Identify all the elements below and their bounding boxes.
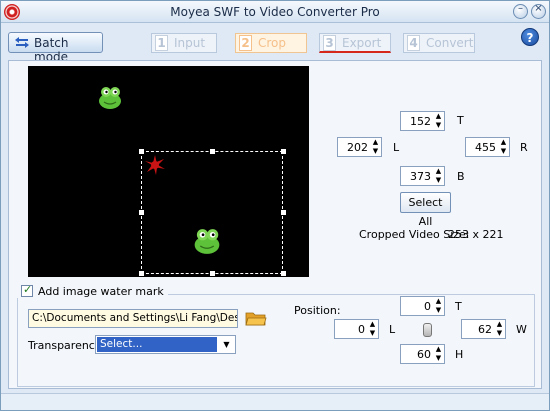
watermark-left-spinner[interactable]: ▲▼ [334, 319, 379, 339]
crop-right-spinner[interactable]: ▲▼ [465, 137, 510, 157]
crop-bottom-label: B [457, 170, 465, 183]
crop-handle-right[interactable] [281, 210, 286, 215]
spinner-arrows-icon[interactable]: ▲ ▼ [498, 138, 509, 156]
watermark-left-label: L [389, 323, 396, 336]
minimize-button[interactable]: – [513, 3, 528, 19]
watermark-width-spinner[interactable]: ▲▼ [461, 319, 506, 339]
watermark-height-label: H [455, 348, 464, 361]
crop-handle-bottom[interactable] [210, 271, 215, 276]
step-label: Convert [426, 36, 474, 50]
cropped-size-value: 253 x 221 [448, 228, 504, 241]
open-folder-icon[interactable] [245, 309, 267, 327]
step-label: Input [174, 36, 206, 50]
crop-left-label: L [393, 141, 400, 154]
watermark-width-input[interactable] [462, 320, 494, 338]
crop-handle-bottom-right[interactable] [281, 271, 286, 276]
watermark-top-input[interactable] [401, 297, 433, 315]
window-title: Moyea SWF to Video Converter Pro [170, 5, 380, 19]
select-all-button[interactable]: Select All [400, 192, 451, 228]
close-button[interactable]: × [531, 3, 546, 19]
crop-bottom-input[interactable] [401, 167, 433, 185]
transparency-selected-value: Select... [97, 337, 217, 352]
title-bar: Moyea SWF to Video Converter Pro – × [1, 1, 549, 23]
lock-aspect-icon[interactable] [423, 323, 432, 337]
spinner-arrows-icon[interactable]: ▲ ▼ [433, 112, 444, 130]
step-number: 1 [155, 35, 168, 51]
frog-sprite-icon [99, 87, 121, 109]
crop-handle-left[interactable] [139, 210, 144, 215]
crop-right-input[interactable] [466, 138, 498, 156]
help-button[interactable]: ? [521, 28, 539, 46]
crop-handle-bottom-left[interactable] [139, 271, 144, 276]
crop-handle-top[interactable] [210, 149, 215, 154]
step-export-tab[interactable]: 3 Export [319, 33, 391, 53]
batch-mode-button[interactable]: Batch mode [8, 32, 103, 64]
watermark-width-label: W [516, 323, 527, 336]
checkbox-checked-icon[interactable] [21, 283, 33, 297]
spinner-arrows-icon[interactable]: ▲ ▼ [433, 345, 444, 363]
crop-handle-top-right[interactable] [281, 149, 286, 154]
watermark-left-input[interactable] [335, 320, 367, 338]
spinner-arrows-icon[interactable]: ▲ ▼ [370, 138, 381, 156]
transparency-label: Transparency: [28, 339, 105, 352]
watermark-checkbox-label: Add image water mark [38, 285, 164, 298]
step-label: Crop [258, 36, 287, 50]
app-window: Moyea SWF to Video Converter Pro – × Bat… [0, 0, 550, 411]
spinner-arrows-icon[interactable]: ▲ ▼ [494, 320, 505, 338]
step-input-tab[interactable]: 1 Input [151, 33, 217, 53]
position-label: Position: [294, 304, 341, 317]
crop-panel: ▲▼ T ▲▼ L ▲▼ R ▲▼ B Select All Cropped V… [8, 60, 542, 389]
crop-left-input[interactable] [338, 138, 370, 156]
crop-right-label: R [520, 141, 528, 154]
watermark-path-input[interactable]: C:\Documents and Settings\Li Fang\Deskto… [28, 309, 238, 328]
chevron-down-icon[interactable]: ▼ [219, 337, 234, 352]
spinner-arrows-icon[interactable]: ▲ ▼ [433, 297, 444, 315]
watermark-height-spinner[interactable]: ▲▼ [400, 344, 445, 364]
transparency-select[interactable]: Select... ▼ [95, 335, 236, 354]
step-number: 4 [407, 35, 420, 51]
step-crop-tab[interactable]: 2 Crop [235, 33, 307, 53]
crop-top-spinner[interactable]: ▲▼ [400, 111, 445, 131]
watermark-height-input[interactable] [401, 345, 433, 363]
step-label: Export [342, 36, 382, 50]
step-convert-tab[interactable]: 4 Convert [403, 33, 475, 53]
spinner-arrows-icon[interactable]: ▲ ▼ [433, 167, 444, 185]
watermark-checkbox[interactable]: Add image water mark [17, 283, 168, 298]
video-preview [28, 66, 309, 277]
crop-rectangle[interactable] [139, 149, 286, 276]
minimize-icon: – [518, 3, 523, 14]
toolbar: Batch mode 1 Input 2 Crop 3 Export 4 Con… [1, 23, 549, 64]
status-bar [1, 393, 549, 410]
crop-top-label: T [457, 114, 464, 127]
step-number: 2 [239, 35, 252, 51]
spinner-arrows-icon[interactable]: ▲ ▼ [367, 320, 378, 338]
crop-handle-top-left[interactable] [139, 149, 144, 154]
crop-bottom-spinner[interactable]: ▲▼ [400, 166, 445, 186]
close-icon: × [534, 3, 543, 14]
batch-arrows-icon [15, 37, 29, 48]
watermark-top-label: T [455, 300, 462, 313]
crop-left-spinner[interactable]: ▲▼ [337, 137, 382, 157]
step-number: 3 [323, 35, 336, 51]
watermark-top-spinner[interactable]: ▲▼ [400, 296, 445, 316]
crop-top-input[interactable] [401, 112, 433, 130]
